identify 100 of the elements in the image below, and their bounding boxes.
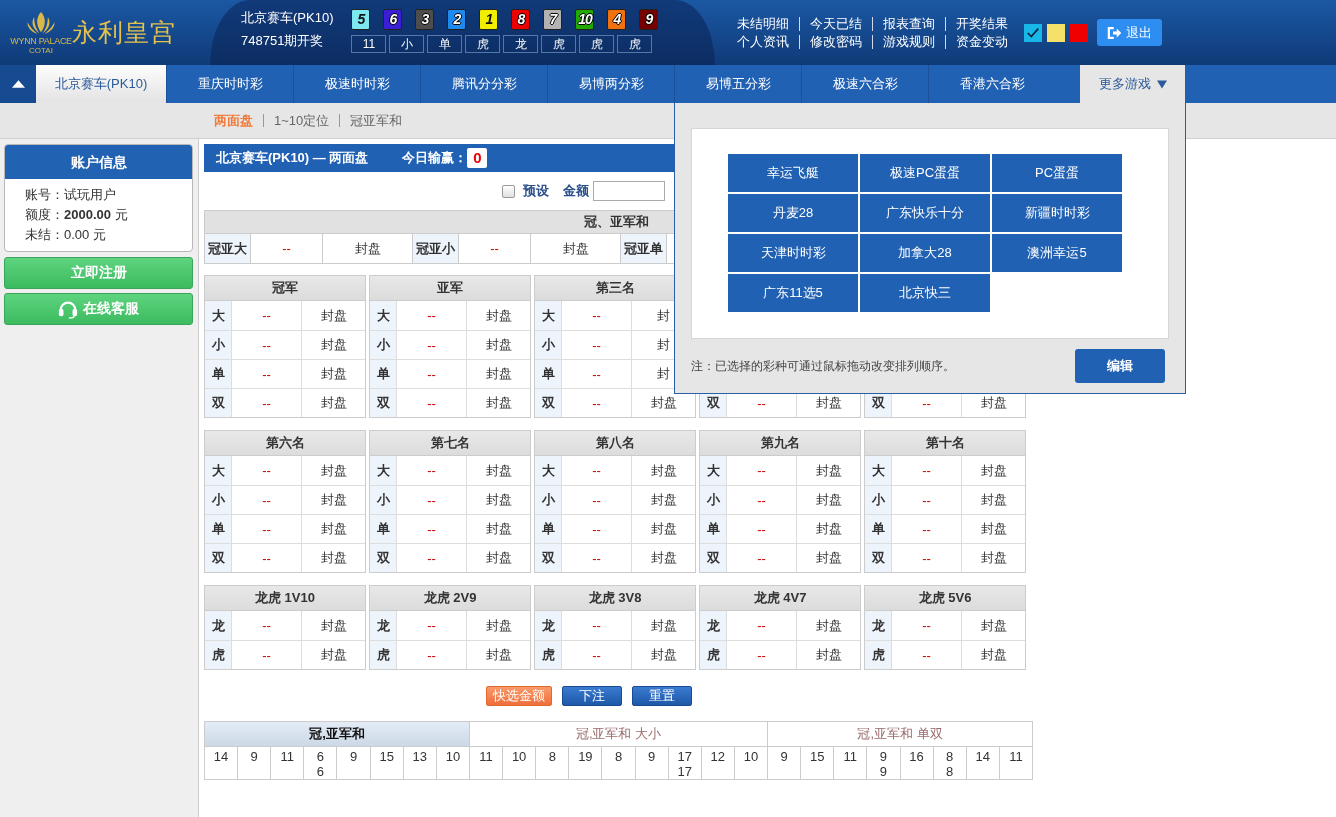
- status-cell-text: 封盘: [319, 549, 348, 567]
- bet-label-cell: 小: [535, 486, 562, 514]
- logout-button[interactable]: 退出: [1097, 19, 1162, 46]
- bet-label-cell: 单: [370, 515, 397, 543]
- game-button[interactable]: 丹麦28: [728, 194, 858, 232]
- edit-button[interactable]: 编辑: [1075, 349, 1165, 383]
- bet-label-cell: 小: [205, 331, 232, 359]
- odds-cell: --: [892, 515, 962, 543]
- collapse-button[interactable]: [0, 65, 36, 103]
- bet-label-cell: 大: [205, 456, 232, 485]
- status-cell-text: 封: [656, 365, 671, 383]
- header-link[interactable]: 报表查询: [872, 16, 945, 31]
- table-cell: 17 17: [668, 747, 702, 780]
- bet-label-cell: 冠亚小: [413, 234, 459, 263]
- bet-label-cell: 龙: [700, 611, 727, 640]
- odds-cell: --: [232, 515, 302, 543]
- status-cell-text: 封盘: [979, 616, 1008, 635]
- game-tab[interactable]: 北京赛车(PK10): [36, 65, 166, 103]
- status-cell-text: 封盘: [484, 616, 513, 635]
- bet-label-cell: 大: [370, 456, 397, 485]
- header-link[interactable]: 游戏规则: [872, 34, 945, 49]
- stats-tab[interactable]: 冠,亚军和 单双: [768, 722, 1033, 747]
- today-label: 今日输赢：: [402, 149, 468, 167]
- table-cell: 10: [734, 747, 769, 780]
- odds-cell: --: [232, 360, 302, 388]
- odds-cell: --: [727, 641, 797, 669]
- play-type-link[interactable]: 冠亚军和: [339, 114, 413, 127]
- preset-checkbox[interactable]: [502, 184, 515, 198]
- odds-cell: --: [397, 544, 467, 572]
- odds-cell: --: [892, 456, 962, 485]
- lottery-name: 北京赛车(PK10): [241, 9, 334, 27]
- table-cell: 10: [503, 747, 537, 780]
- theme-swatch[interactable]: [1070, 23, 1088, 42]
- game-button[interactable]: 新疆时时彩: [992, 194, 1122, 232]
- column-header: 冠军: [205, 276, 365, 301]
- column-header: 第八名: [535, 431, 695, 456]
- status-cell-text: 封盘: [319, 646, 348, 664]
- action-button[interactable]: 重置: [632, 686, 692, 706]
- header-link[interactable]: 个人资讯: [737, 34, 799, 49]
- table-cell: 10: [436, 747, 470, 780]
- game-button[interactable]: 极速PC蛋蛋: [860, 154, 990, 192]
- header-link[interactable]: 未结明细: [737, 16, 799, 31]
- game-button[interactable]: 广东快乐十分: [860, 194, 990, 232]
- game-button[interactable]: 天津时时彩: [728, 234, 858, 272]
- status-cell-text: 封: [656, 306, 671, 325]
- theme-swatch[interactable]: [1047, 23, 1065, 42]
- odds-cell: --: [892, 611, 962, 640]
- bet-label-cell: 虎: [865, 641, 892, 669]
- status-cell-text: 封盘: [484, 306, 513, 325]
- amount-label: 金额: [563, 182, 589, 200]
- odds-cell: --: [397, 611, 467, 640]
- table-cell: 19: [569, 747, 603, 780]
- column-header: 龙虎 3V8: [535, 586, 695, 611]
- action-button[interactable]: 下注: [562, 686, 622, 706]
- table-cell: 15: [370, 747, 404, 780]
- logo-text: WYNN PALACE: [10, 36, 72, 46]
- table-cell: 13: [403, 747, 437, 780]
- table-cell: 9 9: [867, 747, 901, 780]
- header-link[interactable]: 开奖结果: [945, 16, 1008, 31]
- game-button[interactable]: 北京快三: [860, 274, 990, 312]
- table-cell: 11: [999, 747, 1033, 780]
- bet-label-cell: 双: [370, 544, 397, 572]
- status-cell-text: 封盘: [649, 461, 678, 480]
- play-type-link[interactable]: 1~10定位: [263, 114, 340, 127]
- stats-tab[interactable]: 冠,亚军和 大小: [469, 722, 769, 747]
- odds-cell: --: [562, 456, 632, 485]
- odds-cell: --: [562, 611, 632, 640]
- odds-cell: --: [562, 515, 632, 543]
- game-button[interactable]: 广东11选5: [728, 274, 858, 312]
- header-link[interactable]: 今天已结: [799, 16, 872, 31]
- bet-label-cell: 小: [535, 331, 562, 359]
- column-header: 龙虎 1V10: [205, 586, 365, 611]
- bet-label-cell: 大: [700, 456, 727, 485]
- theme-swatch[interactable]: [1024, 23, 1042, 42]
- game-button[interactable]: 澳洲幸运5: [992, 234, 1122, 272]
- table-cell: 9: [337, 747, 371, 780]
- bet-label-cell: 小: [205, 486, 232, 514]
- game-button[interactable]: 幸运飞艇: [728, 154, 858, 192]
- status-cell-text: 封盘: [484, 461, 513, 480]
- bet-label-cell: 双: [700, 544, 727, 572]
- column-header: 龙虎 4V7: [700, 586, 860, 611]
- preset-label: 预设: [523, 182, 549, 200]
- stats-tab[interactable]: 冠,亚军和: [205, 722, 470, 747]
- amount-field[interactable]: [593, 181, 665, 201]
- table-cell: 14: [205, 747, 239, 780]
- odds-cell: --: [232, 544, 302, 572]
- odds-cell: --: [232, 641, 302, 669]
- bet-label-cell: 虎: [700, 641, 727, 669]
- table-cell: 11: [271, 747, 305, 780]
- result-box: 虎: [579, 35, 615, 53]
- table-cell: 11: [469, 747, 504, 780]
- game-button[interactable]: 加拿大28: [860, 234, 990, 272]
- more-games-tab[interactable]: 更多游戏: [1080, 65, 1185, 103]
- note-text: 注：已选择的彩种可通过鼠标拖动改变排列顺序。: [691, 357, 955, 375]
- header-link[interactable]: 修改密码: [799, 34, 872, 49]
- section-title: 冠、亚军和: [583, 213, 649, 231]
- header-link[interactable]: 资金变动: [945, 34, 1008, 49]
- game-button[interactable]: PC蛋蛋: [992, 154, 1122, 192]
- column-header: 龙虎 2V9: [370, 586, 530, 611]
- odds-cell: --: [397, 515, 467, 543]
